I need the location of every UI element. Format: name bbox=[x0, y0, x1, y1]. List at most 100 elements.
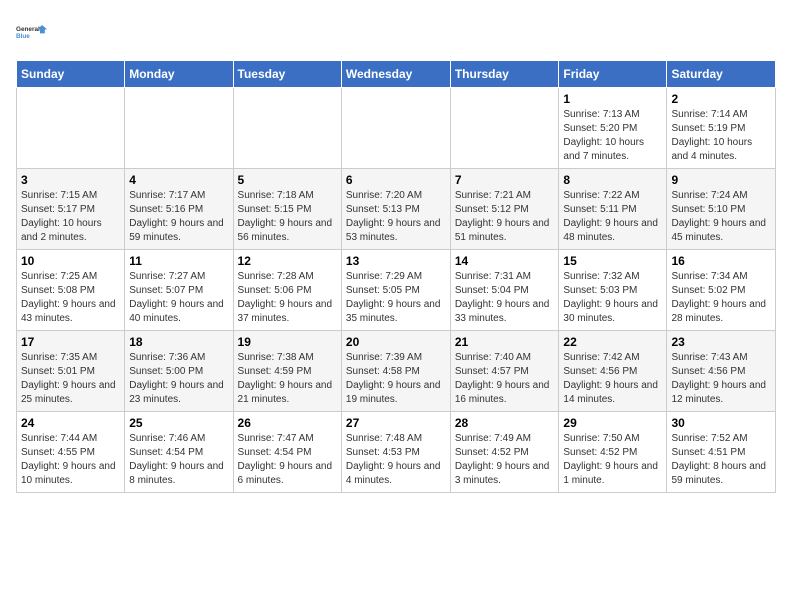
calendar-cell: 27 Sunrise: 7:48 AMSunset: 4:53 PMDayligh… bbox=[341, 412, 450, 493]
weekday-header: Tuesday bbox=[233, 61, 341, 88]
calendar-table: SundayMondayTuesdayWednesdayThursdayFrid… bbox=[16, 60, 776, 493]
day-detail: Sunrise: 7:34 AMSunset: 5:02 PMDaylight:… bbox=[671, 270, 771, 326]
day-detail: Sunrise: 7:35 AMSunset: 5:01 PMDaylight:… bbox=[21, 351, 120, 407]
weekday-header: Monday bbox=[125, 61, 233, 88]
day-detail: Sunrise: 7:39 AMSunset: 4:58 PMDaylight:… bbox=[346, 351, 446, 407]
weekday-header: Saturday bbox=[667, 61, 776, 88]
day-detail: Sunrise: 7:24 AMSunset: 5:10 PMDaylight:… bbox=[671, 189, 771, 245]
calendar-cell: 23 Sunrise: 7:43 AMSunset: 4:56 PMDayligh… bbox=[667, 331, 776, 412]
svg-text:Blue: Blue bbox=[16, 33, 30, 40]
calendar-cell: 28 Sunrise: 7:49 AMSunset: 4:52 PMDayligh… bbox=[450, 412, 559, 493]
day-number: 6 bbox=[346, 173, 446, 187]
calendar-cell: 6Sunrise: 7:20 AMSunset: 5:13 PMDaylight… bbox=[341, 169, 450, 250]
day-number: 16 bbox=[671, 254, 771, 268]
calendar-cell: 2Sunrise: 7:14 AMSunset: 5:19 PMDaylight… bbox=[667, 88, 776, 169]
day-number: 15 bbox=[563, 254, 662, 268]
calendar-cell bbox=[17, 88, 125, 169]
calendar-cell: 19 Sunrise: 7:38 AMSunset: 4:59 PMDayligh… bbox=[233, 331, 341, 412]
calendar-cell: 14Sunrise: 7:31 AMSunset: 5:04 PMDayligh… bbox=[450, 250, 559, 331]
day-number: 22 bbox=[563, 335, 662, 349]
day-detail: Sunrise: 7:22 AMSunset: 5:11 PMDaylight:… bbox=[563, 189, 662, 245]
day-number: 25 bbox=[129, 416, 228, 430]
calendar-cell: 15 Sunrise: 7:32 AMSunset: 5:03 PMDayligh… bbox=[559, 250, 667, 331]
day-detail: Sunrise: 7:21 AMSunset: 5:12 PMDaylight:… bbox=[455, 189, 555, 245]
day-number: 1 bbox=[563, 92, 662, 106]
logo: GeneralBlue bbox=[16, 16, 48, 48]
day-number: 21 bbox=[455, 335, 555, 349]
day-detail: Sunrise: 7:49 AMSunset: 4:52 PMDaylight:… bbox=[455, 432, 555, 488]
calendar-cell: 9 Sunrise: 7:24 AMSunset: 5:10 PMDaylight… bbox=[667, 169, 776, 250]
day-number: 8 bbox=[563, 173, 662, 187]
day-detail: Sunrise: 7:47 AMSunset: 4:54 PMDaylight:… bbox=[238, 432, 337, 488]
calendar-week-row: 10Sunrise: 7:25 AMSunset: 5:08 PMDayligh… bbox=[17, 250, 776, 331]
calendar-cell: 20 Sunrise: 7:39 AMSunset: 4:58 PMDayligh… bbox=[341, 331, 450, 412]
day-detail: Sunrise: 7:13 AMSunset: 5:20 PMDaylight:… bbox=[563, 108, 662, 164]
day-detail: Sunrise: 7:18 AMSunset: 5:15 PMDaylight:… bbox=[238, 189, 337, 245]
calendar-cell: 22 Sunrise: 7:42 AMSunset: 4:56 PMDayligh… bbox=[559, 331, 667, 412]
day-number: 29 bbox=[563, 416, 662, 430]
calendar-week-row: 3 Sunrise: 7:15 AMSunset: 5:17 PMDaylight… bbox=[17, 169, 776, 250]
day-detail: Sunrise: 7:46 AMSunset: 4:54 PMDaylight:… bbox=[129, 432, 228, 488]
calendar-cell bbox=[450, 88, 559, 169]
calendar-cell: 8 Sunrise: 7:22 AMSunset: 5:11 PMDaylight… bbox=[559, 169, 667, 250]
day-detail: Sunrise: 7:15 AMSunset: 5:17 PMDaylight:… bbox=[21, 189, 120, 245]
weekday-header: Wednesday bbox=[341, 61, 450, 88]
day-number: 3 bbox=[21, 173, 120, 187]
calendar-cell bbox=[125, 88, 233, 169]
day-detail: Sunrise: 7:48 AMSunset: 4:53 PMDaylight:… bbox=[346, 432, 446, 488]
calendar-cell: 16 Sunrise: 7:34 AMSunset: 5:02 PMDayligh… bbox=[667, 250, 776, 331]
day-number: 27 bbox=[346, 416, 446, 430]
day-number: 26 bbox=[238, 416, 337, 430]
calendar-cell: 21 Sunrise: 7:40 AMSunset: 4:57 PMDayligh… bbox=[450, 331, 559, 412]
day-number: 4 bbox=[129, 173, 228, 187]
day-number: 28 bbox=[455, 416, 555, 430]
calendar-cell: 18 Sunrise: 7:36 AMSunset: 5:00 PMDayligh… bbox=[125, 331, 233, 412]
calendar-cell: 5 Sunrise: 7:18 AMSunset: 5:15 PMDaylight… bbox=[233, 169, 341, 250]
day-number: 2 bbox=[671, 92, 771, 106]
day-number: 11 bbox=[129, 254, 228, 268]
day-detail: Sunrise: 7:42 AMSunset: 4:56 PMDaylight:… bbox=[563, 351, 662, 407]
calendar-cell: 13 Sunrise: 7:29 AMSunset: 5:05 PMDayligh… bbox=[341, 250, 450, 331]
weekday-header: Sunday bbox=[17, 61, 125, 88]
day-number: 17 bbox=[21, 335, 120, 349]
weekday-header: Thursday bbox=[450, 61, 559, 88]
calendar-cell: 29 Sunrise: 7:50 AMSunset: 4:52 PMDayligh… bbox=[559, 412, 667, 493]
calendar-cell: 1 Sunrise: 7:13 AMSunset: 5:20 PMDaylight… bbox=[559, 88, 667, 169]
calendar-cell: 30Sunrise: 7:52 AMSunset: 4:51 PMDayligh… bbox=[667, 412, 776, 493]
day-number: 12 bbox=[238, 254, 337, 268]
day-detail: Sunrise: 7:32 AMSunset: 5:03 PMDaylight:… bbox=[563, 270, 662, 326]
day-number: 24 bbox=[21, 416, 120, 430]
calendar-cell: 26 Sunrise: 7:47 AMSunset: 4:54 PMDayligh… bbox=[233, 412, 341, 493]
day-detail: Sunrise: 7:31 AMSunset: 5:04 PMDaylight:… bbox=[455, 270, 555, 326]
day-detail: Sunrise: 7:28 AMSunset: 5:06 PMDaylight:… bbox=[238, 270, 337, 326]
day-number: 13 bbox=[346, 254, 446, 268]
day-number: 10 bbox=[21, 254, 120, 268]
calendar-cell: 4 Sunrise: 7:17 AMSunset: 5:16 PMDaylight… bbox=[125, 169, 233, 250]
calendar-week-row: 17 Sunrise: 7:35 AMSunset: 5:01 PMDayligh… bbox=[17, 331, 776, 412]
day-detail: Sunrise: 7:29 AMSunset: 5:05 PMDaylight:… bbox=[346, 270, 446, 326]
day-number: 7 bbox=[455, 173, 555, 187]
day-number: 20 bbox=[346, 335, 446, 349]
day-number: 5 bbox=[238, 173, 337, 187]
day-detail: Sunrise: 7:50 AMSunset: 4:52 PMDaylight:… bbox=[563, 432, 662, 488]
day-detail: Sunrise: 7:38 AMSunset: 4:59 PMDaylight:… bbox=[238, 351, 337, 407]
day-number: 19 bbox=[238, 335, 337, 349]
calendar-cell: 10Sunrise: 7:25 AMSunset: 5:08 PMDayligh… bbox=[17, 250, 125, 331]
weekday-header: Friday bbox=[559, 61, 667, 88]
day-number: 18 bbox=[129, 335, 228, 349]
calendar-cell bbox=[341, 88, 450, 169]
page-header: GeneralBlue bbox=[16, 16, 776, 48]
calendar-cell: 25 Sunrise: 7:46 AMSunset: 4:54 PMDayligh… bbox=[125, 412, 233, 493]
day-detail: Sunrise: 7:36 AMSunset: 5:00 PMDaylight:… bbox=[129, 351, 228, 407]
day-number: 23 bbox=[671, 335, 771, 349]
day-detail: Sunrise: 7:27 AMSunset: 5:07 PMDaylight:… bbox=[129, 270, 228, 326]
calendar-cell: 3 Sunrise: 7:15 AMSunset: 5:17 PMDaylight… bbox=[17, 169, 125, 250]
day-number: 30 bbox=[671, 416, 771, 430]
day-detail: Sunrise: 7:43 AMSunset: 4:56 PMDaylight:… bbox=[671, 351, 771, 407]
calendar-cell: 24Sunrise: 7:44 AMSunset: 4:55 PMDayligh… bbox=[17, 412, 125, 493]
logo-icon: GeneralBlue bbox=[16, 16, 48, 48]
calendar-cell: 7 Sunrise: 7:21 AMSunset: 5:12 PMDaylight… bbox=[450, 169, 559, 250]
day-detail: Sunrise: 7:40 AMSunset: 4:57 PMDaylight:… bbox=[455, 351, 555, 407]
day-detail: Sunrise: 7:17 AMSunset: 5:16 PMDaylight:… bbox=[129, 189, 228, 245]
day-number: 9 bbox=[671, 173, 771, 187]
